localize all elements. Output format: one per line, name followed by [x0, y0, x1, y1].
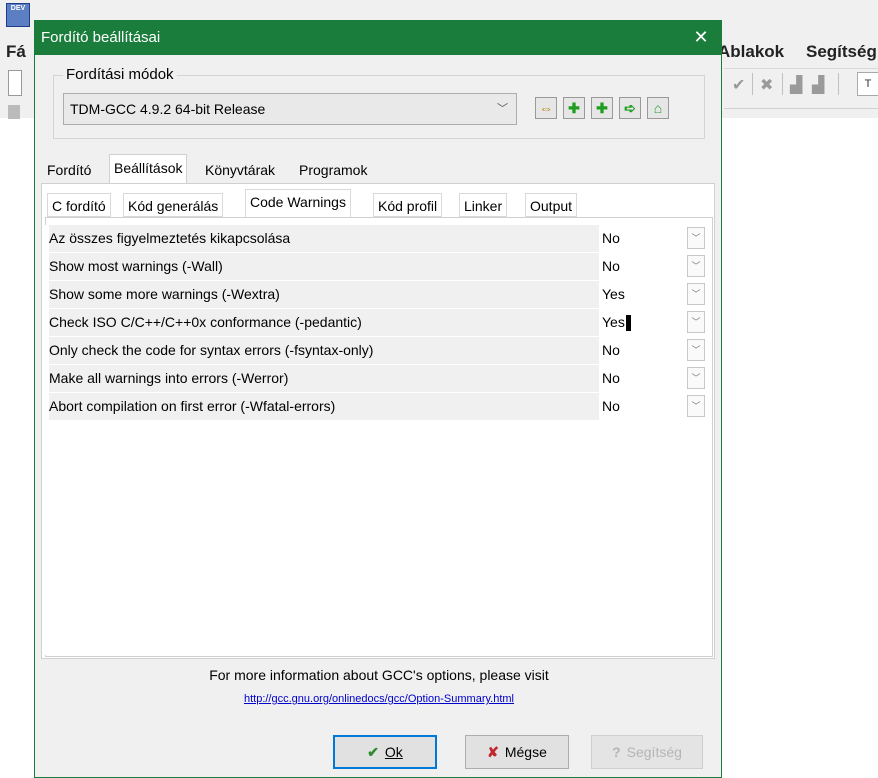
option-row: Show most warnings (-Wall) No ﹀ [45, 253, 711, 281]
tab-linker[interactable]: Linker [459, 193, 508, 217]
compiler-mode-select[interactable]: TDM-GCC 4.9.2 64-bit Release ﹀ [63, 93, 517, 125]
option-row: Check ISO C/C++/C++0x conformance (-peda… [45, 309, 711, 337]
chevron-down-icon[interactable]: ﹀ [687, 339, 705, 361]
toolbar-left-icon-2 [8, 105, 20, 119]
close-icon[interactable]: ✕ [681, 21, 721, 55]
add-mode-from-folder-icon[interactable]: ✚ [591, 97, 613, 119]
add-mode-icon[interactable]: ✚ [563, 97, 585, 119]
compiler-modes-label: Fordítási módok [63, 66, 177, 83]
menu-file[interactable]: Fá [6, 42, 26, 62]
ok-button[interactable]: ✔ Ok [333, 735, 437, 769]
chevron-down-icon[interactable]: ﹀ [687, 255, 705, 277]
tab-code-generation[interactable]: Kód generálás [123, 193, 224, 217]
gcc-options-link[interactable]: http://gcc.gnu.org/onlinedocs/gcc/Option… [35, 693, 723, 705]
toolbar-separator [752, 73, 753, 95]
option-value[interactable]: No [600, 393, 692, 420]
option-name: Check ISO C/C++/C++0x conformance (-peda… [49, 309, 599, 336]
option-value[interactable]: No [600, 337, 692, 364]
chevron-down-icon[interactable]: ﹀ [687, 283, 705, 305]
dev-cpp-logo-icon: DEV [6, 3, 30, 27]
option-row: Show some more warnings (-Wextra) Yes ﹀ [45, 281, 711, 309]
toolbar-separator [782, 73, 783, 95]
option-row: Abort compilation on first error (-Wfata… [45, 393, 711, 421]
chevron-down-icon[interactable]: ﹀ [687, 227, 705, 249]
menu-help[interactable]: Segítség [806, 42, 877, 62]
chevron-down-icon: ﹀ [497, 103, 508, 115]
tab-output[interactable]: Output [525, 193, 578, 217]
cancel-button-label: Mégse [504, 744, 547, 760]
ok-button-label: Ok [384, 744, 403, 760]
chevron-down-icon[interactable]: ﹀ [687, 367, 705, 389]
option-row: Make all warnings into errors (-Werror) … [45, 365, 711, 393]
option-name: Only check the code for syntax errors (-… [49, 337, 599, 364]
ide-toolbar: ✔ ✖ ▟ ▟ [724, 68, 878, 99]
option-name: Make all warnings into errors (-Werror) [49, 365, 599, 392]
option-value-editing[interactable]: Yes [600, 309, 692, 336]
tab-settings[interactable]: Beállítások [109, 154, 188, 183]
tab-code-warnings[interactable]: Code Warnings [245, 189, 351, 217]
chart-icon-2[interactable]: ▟ [812, 75, 824, 95]
help-icon: ? [612, 744, 621, 760]
options-grid: Az összes figyelmeztetés kikapcsolása No… [45, 225, 711, 655]
option-value-text: Yes [602, 314, 625, 330]
arrow-icon[interactable]: ➪ [619, 97, 641, 119]
toolbar-left-icon [8, 70, 22, 96]
toolbar-text-box[interactable]: T [857, 72, 878, 96]
option-value[interactable]: No [600, 365, 692, 392]
option-value[interactable]: No [600, 225, 692, 252]
title-bar: Fordító beállításai ✕ [35, 21, 721, 55]
option-value[interactable]: Yes [600, 281, 692, 308]
rename-mode-icon[interactable]: ⇔ [535, 97, 557, 119]
tab-compiler[interactable]: Fordító [43, 157, 95, 183]
help-button[interactable]: ? Segítség [591, 735, 703, 769]
cancel-button[interactable]: ✘ Mégse [465, 735, 569, 769]
option-name: Abort compilation on first error (-Wfata… [49, 393, 599, 420]
tab-programs[interactable]: Programok [295, 157, 371, 183]
tab-code-profile[interactable]: Kód profil [373, 193, 443, 217]
gcc-info-text: For more information about GCC's options… [209, 667, 549, 683]
delete-icon[interactable]: ✖ [760, 75, 773, 95]
compiler-options-dialog: Fordító beállításai ✕ Fordítási módok TD… [34, 20, 722, 778]
toolbar-separator [838, 73, 839, 95]
checkmark-icon: ✔ [367, 744, 379, 760]
chevron-down-icon[interactable]: ﹀ [687, 395, 705, 417]
option-name: Show most warnings (-Wall) [49, 253, 599, 280]
dialog-title: Fordító beállításai [41, 29, 161, 46]
text-cursor [625, 315, 631, 332]
delete-mode-icon[interactable]: ⌂ [647, 97, 669, 119]
tab-c-compiler[interactable]: C fordító [47, 193, 111, 217]
option-row: Only check the code for syntax errors (-… [45, 337, 711, 365]
chevron-down-icon[interactable]: ﹀ [687, 311, 705, 333]
cross-icon: ✘ [487, 744, 499, 760]
option-row: Az összes figyelmeztetés kikapcsolása No… [45, 225, 711, 253]
compiler-mode-value: TDM-GCC 4.9.2 64-bit Release [70, 101, 266, 117]
chart-icon[interactable]: ▟ [790, 75, 802, 95]
menu-windows[interactable]: Ablakok [718, 42, 784, 62]
option-name: Show some more warnings (-Wextra) [49, 281, 599, 308]
divider [724, 108, 878, 109]
check-icon[interactable]: ✔ [732, 75, 745, 95]
tab-libraries[interactable]: Könyvtárak [201, 157, 279, 183]
option-value[interactable]: No [600, 253, 692, 280]
option-name: Az összes figyelmeztetés kikapcsolása [49, 225, 599, 252]
help-button-label: Segítség [626, 744, 682, 760]
